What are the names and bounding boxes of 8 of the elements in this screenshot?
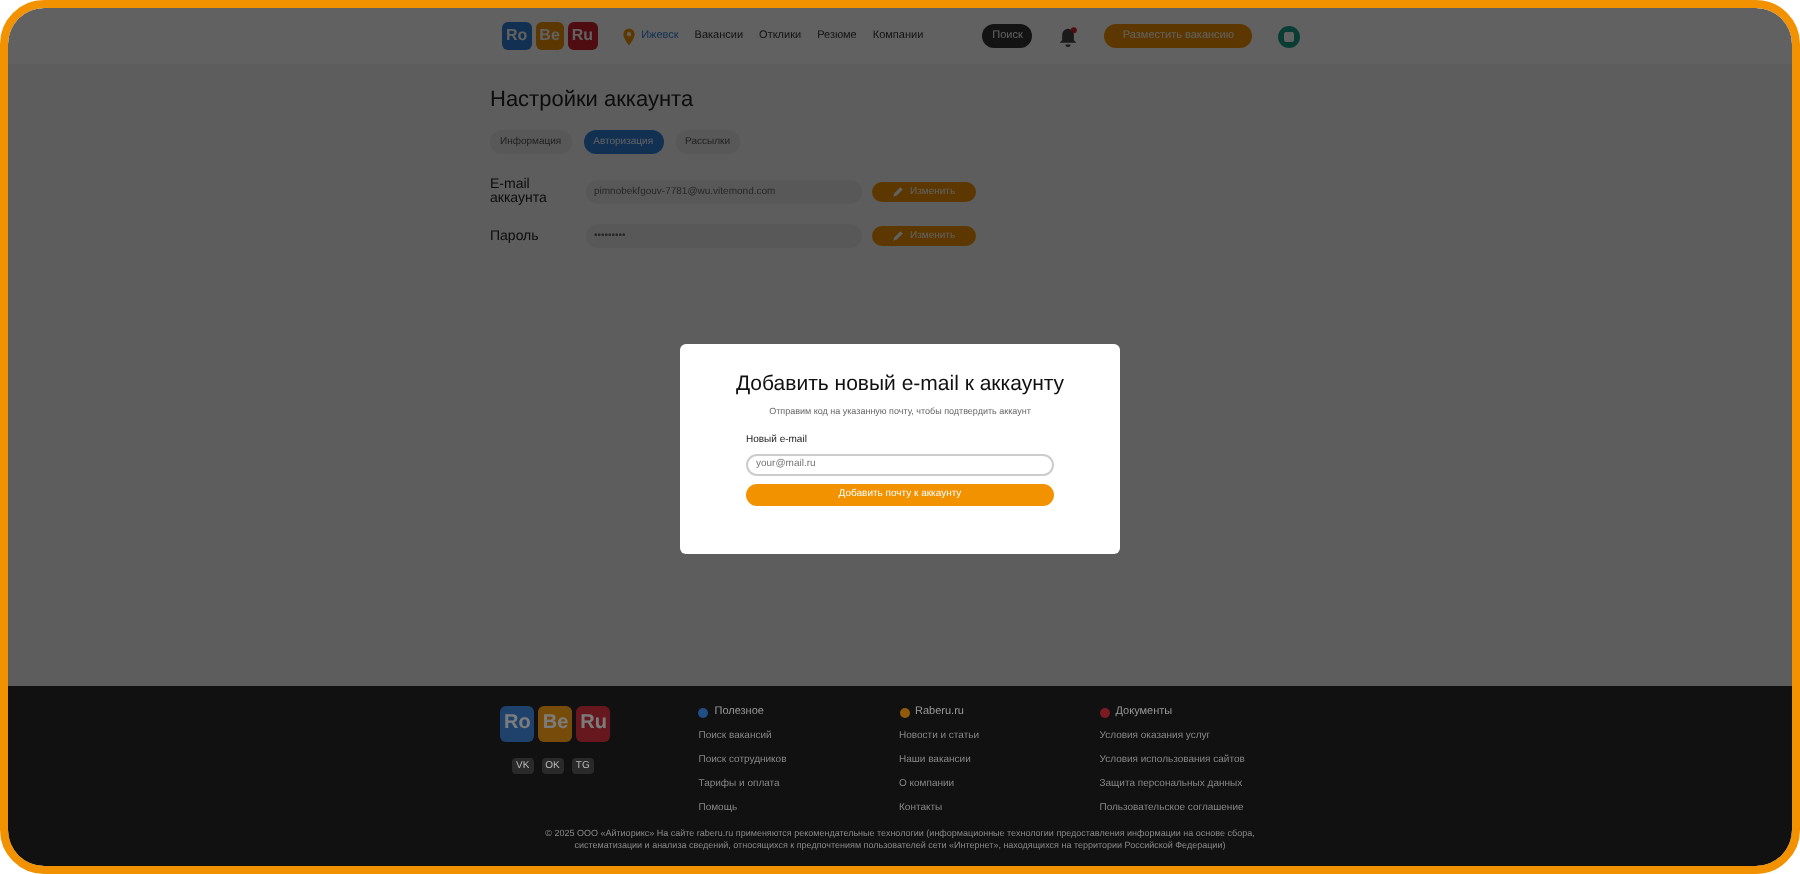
profile-avatar[interactable] (1278, 25, 1300, 47)
location-pin-icon (621, 27, 636, 45)
pencil-icon (892, 230, 904, 242)
page-title: Настройки аккаунта (490, 88, 696, 112)
footer-logo[interactable]: Ro Be Ru (500, 706, 699, 742)
dialog-title: Добавить новый e-mail к аккаунту (733, 372, 1067, 400)
bell-icon[interactable] (1058, 25, 1079, 47)
pencil-icon (892, 186, 904, 198)
